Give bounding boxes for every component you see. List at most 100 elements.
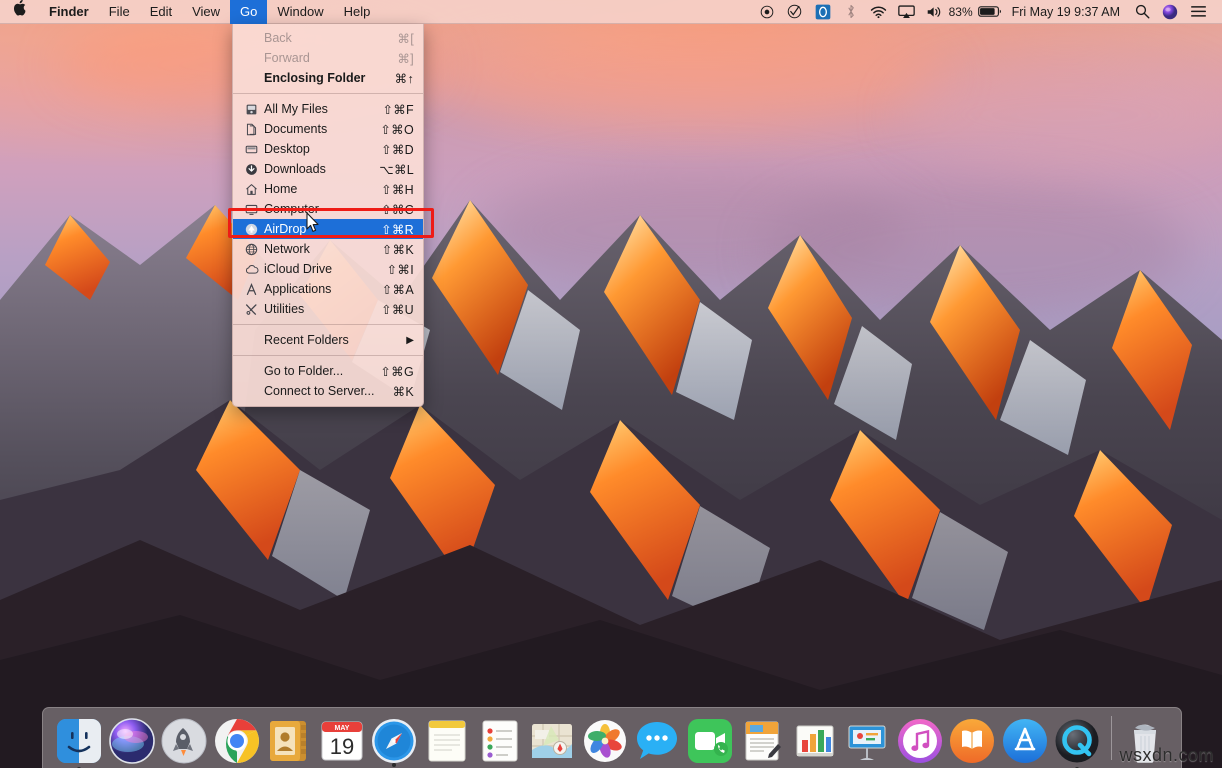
dock-item-reminders[interactable] [474, 712, 525, 764]
menu-item-applications[interactable]: Applications ⇧⌘A [233, 279, 423, 299]
menu-item-label: Connect to Server... [264, 384, 383, 398]
menu-bar-left[interactable]: Finder File Edit View Go Window Help [0, 0, 380, 24]
menu-item-network[interactable]: Network ⇧⌘K [233, 239, 423, 259]
messages-icon [634, 718, 680, 764]
menu-item-label: iCloud Drive [264, 262, 377, 276]
dock-item-launchpad[interactable] [159, 712, 210, 764]
downloads-icon [243, 162, 260, 177]
menu-item-utilities[interactable]: Utilities ⇧⌘U [233, 299, 423, 319]
menu-item-shortcut: ⇧⌘K [382, 242, 414, 257]
menu-item-label: Documents [264, 122, 370, 136]
menu-item-label: Back [264, 31, 387, 45]
dock-item-itunes[interactable] [895, 712, 946, 764]
siri-icon[interactable] [1156, 0, 1184, 24]
appstore-icon [1002, 718, 1048, 764]
menu-bar[interactable]: Finder File Edit View Go Window Help [0, 0, 1222, 24]
dock-item-ibooks[interactable] [947, 712, 998, 764]
safari-icon [371, 718, 417, 764]
dock-item-facetime[interactable] [684, 712, 735, 764]
menu-bar-item-view[interactable]: View [182, 0, 230, 24]
checkmark-circle-icon[interactable] [781, 0, 809, 24]
photos-icon [582, 718, 628, 764]
site-watermark: wsxdn.com [1119, 745, 1214, 766]
dock-item-messages[interactable] [632, 712, 683, 764]
apple-logo-icon[interactable] [0, 0, 39, 24]
menu-separator [233, 355, 423, 356]
dock-item-keynote[interactable] [842, 712, 893, 764]
icloud-icon [243, 262, 260, 277]
menu-bar-item-help[interactable]: Help [334, 0, 381, 24]
menu-item-go-to-folder[interactable]: Go to Folder... ⇧⌘G [233, 361, 423, 381]
dock-item-notes[interactable] [422, 712, 473, 764]
finder-icon [56, 718, 102, 764]
menu-item-home[interactable]: Home ⇧⌘H [233, 179, 423, 199]
menu-bar-clock[interactable]: Fri May 19 9:37 AM [1004, 0, 1128, 24]
menu-item-shortcut: ⌘[ [397, 31, 414, 46]
airplay-icon[interactable] [893, 0, 921, 24]
dock-item-calendar[interactable]: MAY 19 [317, 712, 368, 764]
menu-item-computer[interactable]: Computer ⇧⌘C [233, 199, 423, 219]
menu-item-shortcut: ⇧⌘U [381, 302, 414, 317]
dock-item-finder[interactable] [54, 712, 105, 764]
menu-bar-item-edit[interactable]: Edit [140, 0, 182, 24]
dock-item-contacts[interactable] [264, 712, 315, 764]
dock-item-quicktime[interactable] [1052, 712, 1103, 764]
bluetooth-icon[interactable] [837, 0, 865, 24]
menu-item-airdrop[interactable]: AirDrop ⇧⌘R [233, 219, 423, 239]
menu-item-recent-folders[interactable]: Recent Folders ▶ [233, 330, 423, 350]
menu-item-connect-to-server[interactable]: Connect to Server... ⌘K [233, 381, 423, 401]
menu-item-label: Downloads [264, 162, 369, 176]
wifi-icon[interactable] [865, 0, 893, 24]
menu-bar-item-window[interactable]: Window [267, 0, 333, 24]
menu-item-shortcut: ⇧⌘I [387, 262, 414, 277]
documents-icon [243, 122, 260, 137]
menu-item-all-my-files[interactable]: All My Files ⇧⌘F [233, 99, 423, 119]
dock-item-siri[interactable] [107, 712, 158, 764]
go-menu-dropdown[interactable]: Back ⌘[ Forward ⌘] Enclosing Folder ⌘↑ A… [232, 24, 424, 407]
applications-icon [243, 282, 260, 297]
menu-bar-item-file[interactable]: File [99, 0, 140, 24]
menu-bar-item-go[interactable]: Go [230, 0, 267, 24]
dock-item-photos[interactable] [579, 712, 630, 764]
search-icon[interactable] [1128, 0, 1156, 24]
siri-icon [109, 718, 155, 764]
dock-item-chrome[interactable] [212, 712, 263, 764]
menu-item-enclosing-folder[interactable]: Enclosing Folder ⌘↑ [233, 68, 423, 88]
launchpad-icon [161, 718, 207, 764]
menu-item-shortcut: ⌘K [393, 384, 414, 399]
dock-item-pages[interactable] [737, 712, 788, 764]
dock-divider [1111, 716, 1112, 760]
dock-item-app-store[interactable] [1000, 712, 1051, 764]
notification-center-icon[interactable] [1184, 0, 1212, 24]
battery-icon[interactable] [976, 0, 1004, 24]
menu-item-label: Desktop [264, 142, 371, 156]
facetime-icon [687, 718, 733, 764]
menu-item-label: Utilities [264, 302, 371, 316]
volume-icon[interactable] [921, 0, 949, 24]
dock-item-numbers[interactable] [789, 712, 840, 764]
calendar-day-label: 19 [330, 734, 354, 759]
menu-separator [233, 93, 423, 94]
menu-bar-item-finder[interactable]: Finder [39, 0, 99, 24]
menu-item-downloads[interactable]: Downloads ⌥⌘L [233, 159, 423, 179]
menu-item-label: All My Files [264, 102, 372, 116]
quicktime-icon [1054, 718, 1100, 764]
menu-bar-status-area[interactable]: 83% Fri May 19 9:37 AM [753, 0, 1222, 24]
quicktime-zero-icon[interactable] [809, 0, 837, 24]
contacts-icon [266, 718, 312, 764]
record-icon[interactable] [753, 0, 781, 24]
menu-item-icloud-drive[interactable]: iCloud Drive ⇧⌘I [233, 259, 423, 279]
dock-item-maps[interactable] [527, 712, 578, 764]
menu-item-label: Applications [264, 282, 372, 296]
menu-item-shortcut: ⇧⌘C [381, 202, 414, 217]
dock[interactable]: MAY 19 [42, 707, 1182, 768]
menu-item-label: Network [264, 242, 372, 256]
menu-item-shortcut: ⇧⌘O [380, 122, 414, 137]
apple-glyph [14, 0, 27, 16]
menu-item-documents[interactable]: Documents ⇧⌘O [233, 119, 423, 139]
dock-item-safari[interactable] [369, 712, 420, 764]
utilities-icon [243, 302, 260, 317]
menu-item-desktop[interactable]: Desktop ⇧⌘D [233, 139, 423, 159]
wallpaper-mountains [0, 0, 1222, 768]
desktop-wallpaper: wsxdn.com [0, 0, 1222, 768]
